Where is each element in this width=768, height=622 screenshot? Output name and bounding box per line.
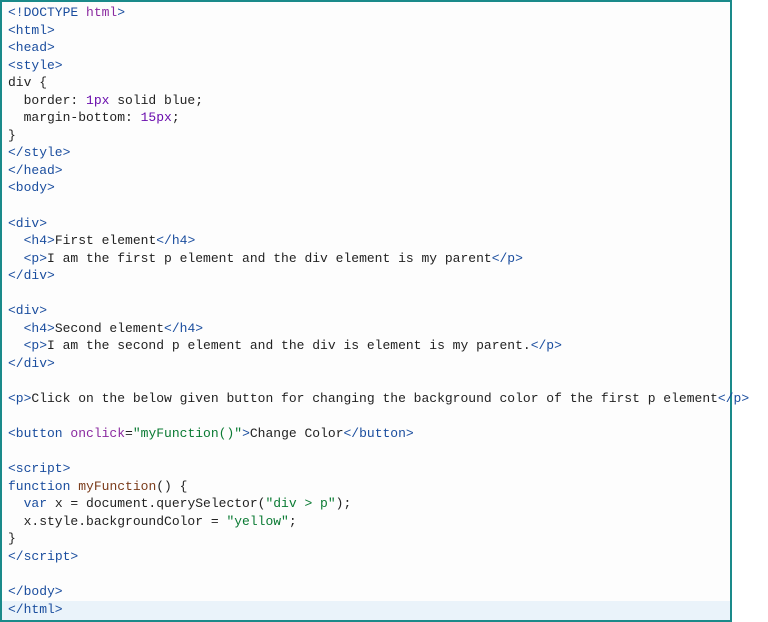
code-token: () { xyxy=(156,479,187,494)
code-line: function myFunction() { xyxy=(8,479,187,494)
code-line: </html> xyxy=(2,601,730,621)
code-line: </body> xyxy=(8,584,63,599)
code-token: </ xyxy=(8,549,24,564)
code-token: Second element xyxy=(55,321,164,336)
code-token: <style> xyxy=(8,58,63,73)
code-token: First element xyxy=(55,233,156,248)
code-token: 1px xyxy=(86,93,109,108)
code-token: </p> xyxy=(492,251,523,266)
code-token: x.style.backgroundColor = xyxy=(8,514,226,529)
code-line: <style> xyxy=(8,58,63,73)
code-token xyxy=(78,5,86,20)
code-token: = xyxy=(125,426,133,441)
code-line: <body> xyxy=(8,180,55,195)
code-line: x.style.backgroundColor = "yellow"; xyxy=(8,514,297,529)
code-token: Click on the below given button for chan… xyxy=(31,391,718,406)
code-token: myFunction xyxy=(78,479,156,494)
code-token: ; xyxy=(195,93,203,108)
code-line: <script> xyxy=(8,461,70,476)
code-token xyxy=(8,233,24,248)
code-line: </style> xyxy=(8,145,70,160)
code-token: </button> xyxy=(344,426,414,441)
code-token: blue xyxy=(164,93,195,108)
code-token: > xyxy=(242,426,250,441)
code-token xyxy=(8,251,24,266)
code-line: <div> xyxy=(8,303,47,318)
code-line: div { xyxy=(8,75,47,90)
code-line: </div> xyxy=(8,356,55,371)
code-token: <!DOCTYPE xyxy=(8,5,78,20)
code-line: <head> xyxy=(8,40,55,55)
code-token: <p> xyxy=(8,391,31,406)
code-token: </h4> xyxy=(164,321,203,336)
code-line: <!DOCTYPE html> xyxy=(8,5,125,20)
code-token: I am the second p element and the div is… xyxy=(47,338,531,353)
code-line: margin-bottom: 15px; xyxy=(8,110,180,125)
code-token xyxy=(8,338,24,353)
code-token: } xyxy=(8,531,16,546)
code-token: x = document.querySelector( xyxy=(47,496,265,511)
code-line: } xyxy=(8,128,16,143)
code-token: </style> xyxy=(8,145,70,160)
code-token: "div > p" xyxy=(265,496,335,511)
code-token: <div> xyxy=(8,303,47,318)
code-token: </div> xyxy=(8,356,55,371)
code-token: margin-bottom: xyxy=(8,110,141,125)
code-token: solid xyxy=(109,93,164,108)
code-line: <p>I am the first p element and the div … xyxy=(8,251,523,266)
code-token: I am the first p element and the div ele… xyxy=(47,251,492,266)
code-token: > xyxy=(117,5,125,20)
code-token: "myFunction()" xyxy=(133,426,242,441)
code-token: </head> xyxy=(8,163,63,178)
code-token: Change Color xyxy=(250,426,344,441)
code-token: ; xyxy=(172,110,180,125)
code-line: border: 1px solid blue; xyxy=(8,93,203,108)
code-token: <p> xyxy=(24,251,47,266)
code-token: <body> xyxy=(8,180,55,195)
code-token: <script> xyxy=(8,461,70,476)
code-line: <h4>First element</h4> xyxy=(8,233,195,248)
code-line: </head> xyxy=(8,163,63,178)
code-token: </p> xyxy=(531,338,562,353)
code-token xyxy=(8,496,24,511)
code-content: <!DOCTYPE html> <html> <head> <style> di… xyxy=(8,4,724,620)
code-token: 15px xyxy=(141,110,172,125)
code-token: </html> xyxy=(8,602,63,617)
code-token: ; xyxy=(289,514,297,529)
code-token: ); xyxy=(336,496,352,511)
code-token: <h4> xyxy=(24,233,55,248)
code-token xyxy=(8,321,24,336)
code-token: onclick xyxy=(70,426,125,441)
code-line: var x = document.querySelector("div > p"… xyxy=(8,496,351,511)
code-token: </h4> xyxy=(156,233,195,248)
code-block: <!DOCTYPE html> <html> <head> <style> di… xyxy=(0,0,732,622)
code-line: <h4>Second element</h4> xyxy=(8,321,203,336)
code-token: </p> xyxy=(718,391,749,406)
code-token: var xyxy=(24,496,47,511)
code-line: </script> xyxy=(8,549,78,564)
code-token: <h4> xyxy=(24,321,55,336)
code-token: <button xyxy=(8,426,63,441)
code-line: <div> xyxy=(8,216,47,231)
code-token: function xyxy=(8,479,70,494)
code-line: <p>I am the second p element and the div… xyxy=(8,338,562,353)
code-token: <html> xyxy=(8,23,55,38)
code-line: } xyxy=(8,531,16,546)
code-token: "yellow" xyxy=(226,514,288,529)
code-token: border: xyxy=(8,93,86,108)
code-token: script> xyxy=(24,549,79,564)
code-token: <p> xyxy=(24,338,47,353)
code-token: html xyxy=(86,5,117,20)
code-token: </div> xyxy=(8,268,55,283)
code-line: </div> xyxy=(8,268,55,283)
code-token: } xyxy=(8,128,16,143)
code-line: <html> xyxy=(8,23,55,38)
code-line: <p>Click on the below given button for c… xyxy=(8,391,749,406)
code-token: <head> xyxy=(8,40,55,55)
code-line: <button onclick="myFunction()">Change Co… xyxy=(8,426,414,441)
code-token: </body> xyxy=(8,584,63,599)
code-token: <div> xyxy=(8,216,47,231)
code-token: div { xyxy=(8,75,47,90)
